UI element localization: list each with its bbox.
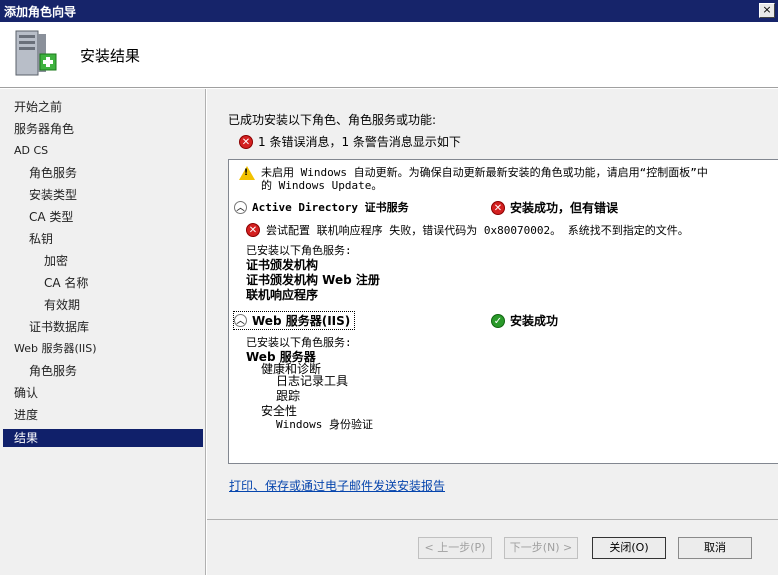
- warning-icon: !: [239, 166, 255, 180]
- adcs-status-text: 安装成功，但有错误: [510, 201, 619, 215]
- next-button[interactable]: 下一步(N) >: [504, 537, 578, 559]
- nav-item-results[interactable]: 结果: [3, 429, 203, 447]
- wizard-steps-sidebar: 开始之前 服务器角色 AD CS 角色服务 安装类型 CA 类型 私钥 加密 C…: [0, 89, 206, 575]
- iis-tree-item: Windows 身份验证: [276, 418, 373, 431]
- nav-item-server-roles[interactable]: 服务器角色: [3, 120, 203, 138]
- previous-button[interactable]: < 上一步(P): [418, 537, 492, 559]
- warning-text-line2: 的 Windows Update。: [261, 179, 383, 192]
- page-title: 安装结果: [80, 47, 141, 65]
- nav-item-validity-period[interactable]: 有效期: [3, 296, 203, 314]
- error-icon: ✕: [491, 200, 505, 215]
- nav-item-web-server-iis[interactable]: Web 服务器(IIS): [3, 340, 203, 358]
- iis-section-title: Web 服务器(IIS): [252, 314, 351, 328]
- title-bar: 添加角色向导 ×: [0, 0, 778, 22]
- warning-icon-wrap: !: [239, 166, 255, 183]
- close-icon: ×: [762, 3, 772, 16]
- collapse-chevron-icon[interactable]: ︿: [234, 314, 247, 327]
- nav-item-ca-name[interactable]: CA 名称: [3, 274, 203, 292]
- wizard-footer: < 上一步(P) 下一步(N) > 关闭(O) 取消: [207, 519, 778, 575]
- summary-text: 1 条错误消息，1 条警告消息显示如下: [258, 135, 461, 149]
- installation-report[interactable]: ! 未启用 Windows 自动更新。为确保自动更新最新安装的角色或功能，请启用…: [228, 159, 778, 464]
- adcs-section-header[interactable]: ︿ Active Directory 证书服务: [234, 199, 409, 215]
- close-button[interactable]: 关闭(O): [592, 537, 666, 559]
- nav-item-ad-cs[interactable]: AD CS: [3, 142, 203, 160]
- nav-item-role-services[interactable]: 角色服务: [3, 164, 203, 182]
- cancel-button[interactable]: 取消: [678, 537, 752, 559]
- error-icon: ✕: [239, 134, 253, 149]
- error-icon: ✕: [246, 223, 260, 237]
- nav-item-certificate-database[interactable]: 证书数据库: [3, 318, 203, 336]
- close-window-button[interactable]: ×: [759, 3, 775, 18]
- adcs-section-title: Active Directory 证书服务: [252, 201, 409, 214]
- wizard-header: 安装结果: [0, 22, 778, 88]
- iis-section-header[interactable]: ︿ Web 服务器(IIS): [232, 311, 356, 330]
- results-panel: 已成功安装以下角色、角色服务或功能: ✕ 1 条错误消息，1 条警告消息显示如下…: [207, 89, 778, 519]
- adcs-error-text: 尝试配置 联机响应程序 失败，错误代码为 0x80070002。 系统找不到指定…: [266, 224, 689, 237]
- nav-item-cryptography[interactable]: 加密: [3, 252, 203, 270]
- iis-status: ✓ 安装成功: [491, 312, 558, 329]
- adcs-role-item: 联机响应程序: [246, 288, 319, 302]
- nav-item-private-key[interactable]: 私钥: [3, 230, 203, 248]
- server-add-icon: [15, 30, 57, 76]
- nav-item-progress[interactable]: 进度: [3, 406, 203, 424]
- adcs-status: ✕ 安装成功，但有错误: [491, 199, 618, 216]
- window-title: 添加角色向导: [4, 5, 77, 19]
- collapse-chevron-icon[interactable]: ︿: [234, 200, 247, 214]
- nav-item-iis-role-services[interactable]: 角色服务: [3, 362, 203, 380]
- adcs-error-line: ✕ 尝试配置 联机响应程序 失败，错误代码为 0x80070002。 系统找不到…: [246, 222, 689, 238]
- success-check-icon: ✓: [491, 313, 505, 328]
- nav-item-ca-type[interactable]: CA 类型: [3, 208, 203, 226]
- iis-status-text: 安装成功: [510, 314, 559, 328]
- nav-item-before-you-begin[interactable]: 开始之前: [3, 98, 203, 116]
- print-save-email-report-link[interactable]: 打印、保存或通过电子邮件发送安装报告: [229, 477, 445, 494]
- nav-item-setup-type[interactable]: 安装类型: [3, 186, 203, 204]
- results-lead-text: 已成功安装以下角色、角色服务或功能:: [228, 113, 437, 127]
- nav-item-confirmation[interactable]: 确认: [3, 384, 203, 402]
- results-summary: ✕ 1 条错误消息，1 条警告消息显示如下: [239, 133, 461, 150]
